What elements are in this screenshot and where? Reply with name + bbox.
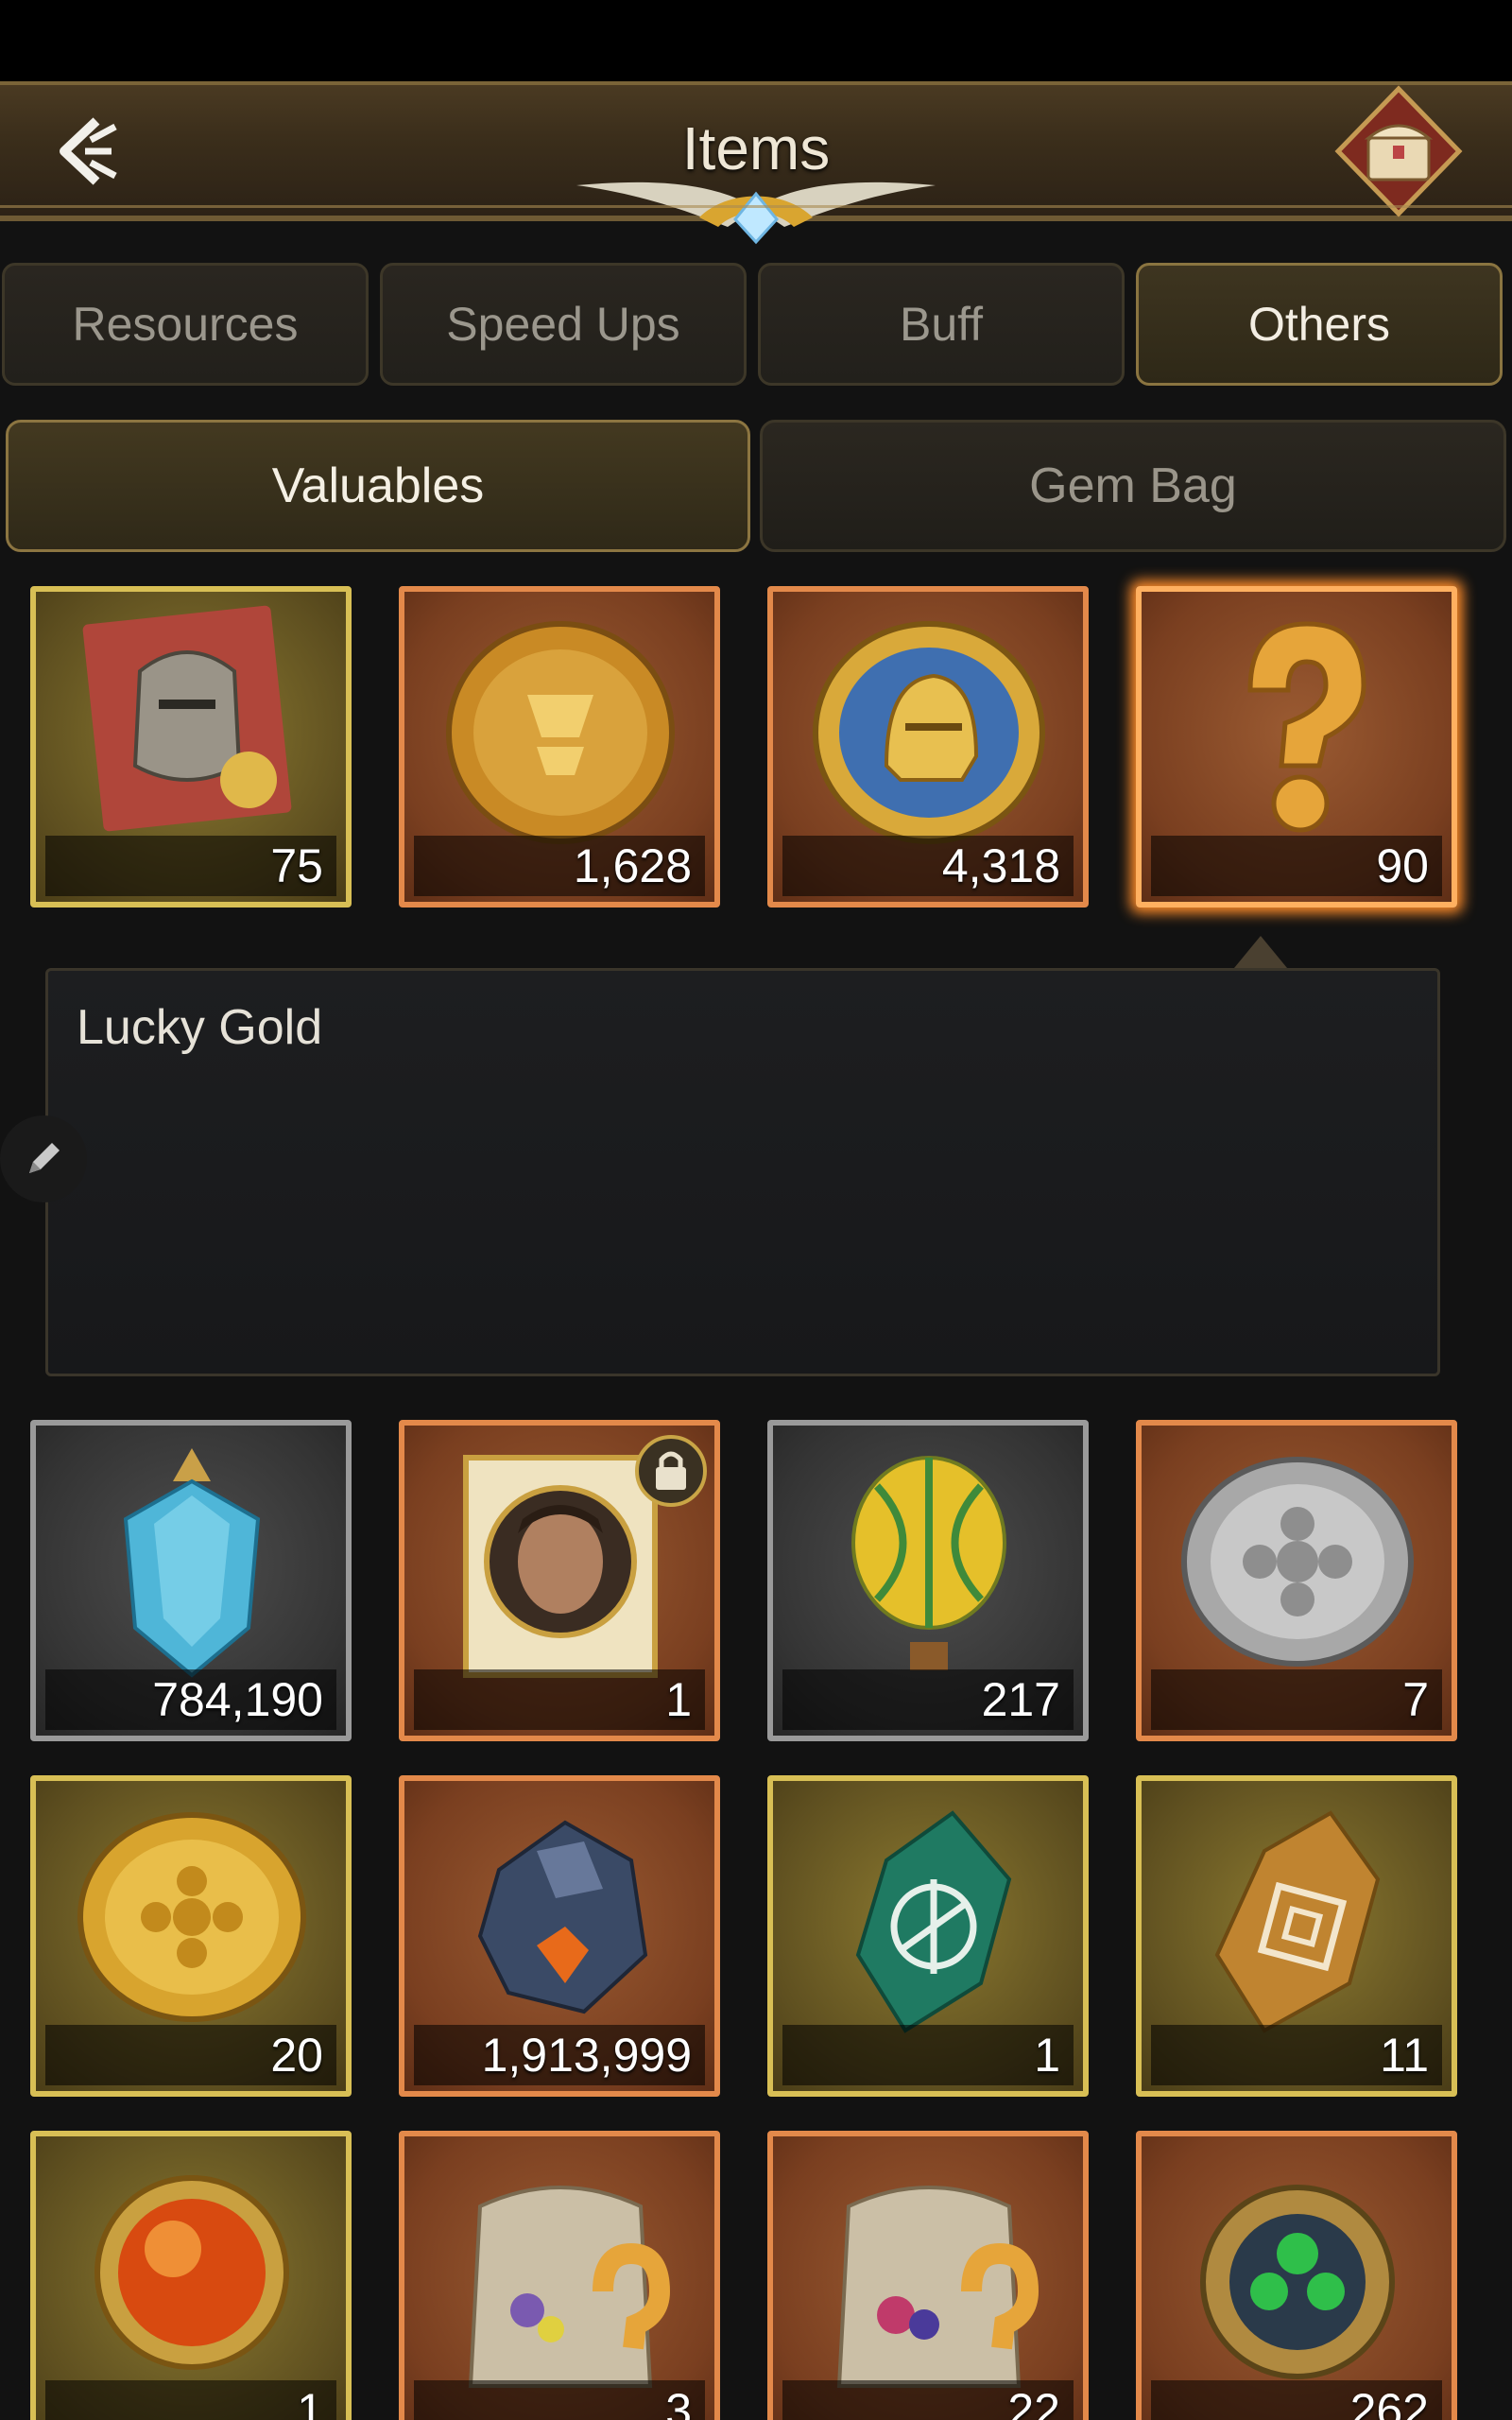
- item-count: 1: [45, 2380, 336, 2420]
- green-rune-stone-icon: [855, 1810, 1012, 2033]
- subtab-gem-bag[interactable]: Gem Bag: [760, 420, 1506, 552]
- question-mark-icon: [1247, 621, 1366, 833]
- item-amber-rune-stone[interactable]: 11: [1136, 1775, 1457, 2097]
- item-count: 75: [45, 836, 336, 896]
- tab-speed-ups[interactable]: Speed Ups: [380, 263, 747, 386]
- item-count: 90: [1151, 836, 1442, 896]
- item-emblem-coin[interactable]: 1,628: [399, 586, 720, 908]
- item-count: 262: [1151, 2380, 1442, 2420]
- amber-rune-stone-icon: [1214, 1810, 1381, 2033]
- item-knight-card[interactable]: 75: [30, 586, 352, 908]
- item-hot-air-balloon[interactable]: 217: [767, 1420, 1089, 1741]
- subtab-valuables[interactable]: Valuables: [6, 420, 750, 552]
- chest-button[interactable]: [1332, 85, 1465, 227]
- tab-label: Others: [1247, 298, 1391, 351]
- blue-crystal-icon: [123, 1448, 261, 1678]
- header: Items: [0, 81, 1512, 245]
- treasure-chest-icon: [1334, 85, 1463, 217]
- knight-card-icon: [82, 605, 292, 832]
- item-count: 4,318: [782, 836, 1074, 896]
- item-silver-coin[interactable]: 7: [1136, 1420, 1457, 1741]
- tab-label: Resources: [72, 298, 299, 351]
- tab-buff[interactable]: Buff: [758, 263, 1125, 386]
- gold-coin-icon: [77, 1812, 306, 2022]
- helmet-coin-icon: [813, 621, 1045, 844]
- item-helmet-coin[interactable]: 4,318: [767, 586, 1089, 908]
- item-count: 7: [1151, 1669, 1442, 1730]
- flower-seed-bag-icon: [468, 2186, 671, 2388]
- item-blue-crystal[interactable]: 784,190: [30, 1420, 352, 1741]
- category-tabs: Resources Speed Ups Buff Others: [0, 253, 1512, 395]
- description-pointer: [1234, 936, 1287, 968]
- subtab-label: Valuables: [271, 458, 485, 513]
- item-flower-seed-bag[interactable]: 3: [399, 2131, 720, 2420]
- item-count: 3: [414, 2380, 705, 2420]
- item-fire-orb[interactable]: 1: [30, 2131, 352, 2420]
- lock-icon: [635, 1435, 707, 1507]
- item-count: 22: [782, 2380, 1074, 2420]
- item-count: 20: [45, 2025, 336, 2085]
- hot-air-balloon-icon: [851, 1456, 1006, 1670]
- item-dark-ore[interactable]: 1,913,999: [399, 1775, 720, 2097]
- item-count: 1,913,999: [414, 2025, 705, 2085]
- item-hero-portrait[interactable]: 1: [399, 1420, 720, 1741]
- dark-ore-icon: [477, 1820, 648, 2014]
- item-rose-seed-bag[interactable]: 22: [767, 2131, 1089, 2420]
- tab-label: Buff: [899, 298, 984, 351]
- item-name: Lucky Gold: [77, 1000, 323, 1055]
- silver-coin-icon: [1181, 1457, 1414, 1667]
- winged-crest-icon: [576, 182, 936, 245]
- item-gold-coin[interactable]: 20: [30, 1775, 352, 2097]
- item-green-rune-stone[interactable]: 1: [767, 1775, 1089, 2097]
- item-count: 11: [1151, 2025, 1442, 2085]
- tab-label: Speed Ups: [446, 298, 680, 351]
- emblem-coin-icon: [446, 621, 675, 844]
- item-emerald-amulet[interactable]: 262: [1136, 2131, 1457, 2420]
- item-description-panel: Lucky Gold: [45, 968, 1440, 1376]
- tab-resources[interactable]: Resources: [2, 263, 369, 386]
- edit-button[interactable]: [0, 1115, 87, 1202]
- item-count: 1,628: [414, 836, 705, 896]
- item-lucky-gold[interactable]: 90: [1136, 586, 1457, 908]
- status-bar: [0, 0, 1512, 81]
- emerald-amulet-icon: [1200, 2185, 1395, 2379]
- tab-others[interactable]: Others: [1136, 263, 1503, 386]
- rose-seed-bag-icon: [836, 2186, 1040, 2388]
- subcategory-tabs: Valuables Gem Bag: [0, 416, 1512, 558]
- pencil-icon: [29, 1143, 60, 1173]
- subtab-label: Gem Bag: [1029, 458, 1237, 513]
- item-count: 784,190: [45, 1669, 336, 1730]
- fire-orb-icon: [94, 2175, 289, 2370]
- item-count: 217: [782, 1669, 1074, 1730]
- item-count: 1: [782, 2025, 1074, 2085]
- item-count: 1: [414, 1669, 705, 1730]
